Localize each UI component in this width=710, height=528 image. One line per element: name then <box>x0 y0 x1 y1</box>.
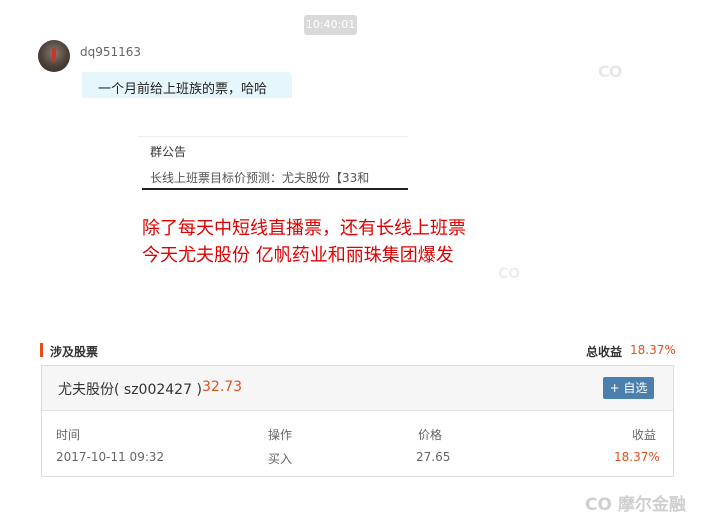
column-header-time: 时间 <box>56 428 81 442</box>
trade-price: 27.65 <box>416 450 451 464</box>
column-header-return: 收益 <box>632 428 657 442</box>
trade-return: 18.37% <box>614 450 660 464</box>
section-title: 涉及股票 <box>50 345 99 359</box>
annotation-line-1: 除了每天中短线直播票，还有长线上班票 <box>142 218 466 239</box>
watermark-logo: CO <box>598 62 622 81</box>
total-return-label: 总收益 <box>586 345 623 359</box>
trade-time: 2017-10-11 09:32 <box>56 450 165 464</box>
stock-price: 32.73 <box>202 379 243 395</box>
chat-message-bubble: 一个月前给上班族的票，哈哈 <box>82 72 292 98</box>
column-header-price: 价格 <box>418 428 443 442</box>
sender-username[interactable]: dq951163 <box>80 45 141 59</box>
message-timestamp: 10:40:01 <box>304 15 357 35</box>
watermark-logo: CO 摩尔金融 <box>585 495 686 515</box>
annotation-line-2: 今天尤夫股份 亿帆药业和丽珠集团爆发 <box>142 245 454 266</box>
chat-message-text: 一个月前给上班族的票，哈哈 <box>98 82 268 97</box>
add-watchlist-button[interactable]: + 自选 <box>603 377 654 399</box>
watermark-logo: CO <box>498 266 521 282</box>
stock-name[interactable]: 尤夫股份( sz002427 ) <box>58 379 202 399</box>
stock-header: 尤夫股份( sz002427 ) 32.73 + 自选 <box>42 366 673 411</box>
group-notice-body: 长线上班票目标价预测：尤夫股份【33和 <box>150 171 370 185</box>
stock-card: 尤夫股份( sz002427 ) 32.73 + 自选 时间 操作 价格 收益 … <box>41 365 674 477</box>
section-marker <box>40 343 43 357</box>
annotation-underline <box>142 188 408 190</box>
group-notice-title: 群公告 <box>150 145 187 159</box>
total-return-value: 18.37% <box>630 343 676 357</box>
avatar[interactable] <box>38 40 70 72</box>
group-notice-card[interactable]: 群公告 长线上班票目标价预测：尤夫股份【33和 <box>138 136 408 191</box>
column-header-action: 操作 <box>268 428 293 442</box>
trade-action: 买入 <box>268 452 293 466</box>
